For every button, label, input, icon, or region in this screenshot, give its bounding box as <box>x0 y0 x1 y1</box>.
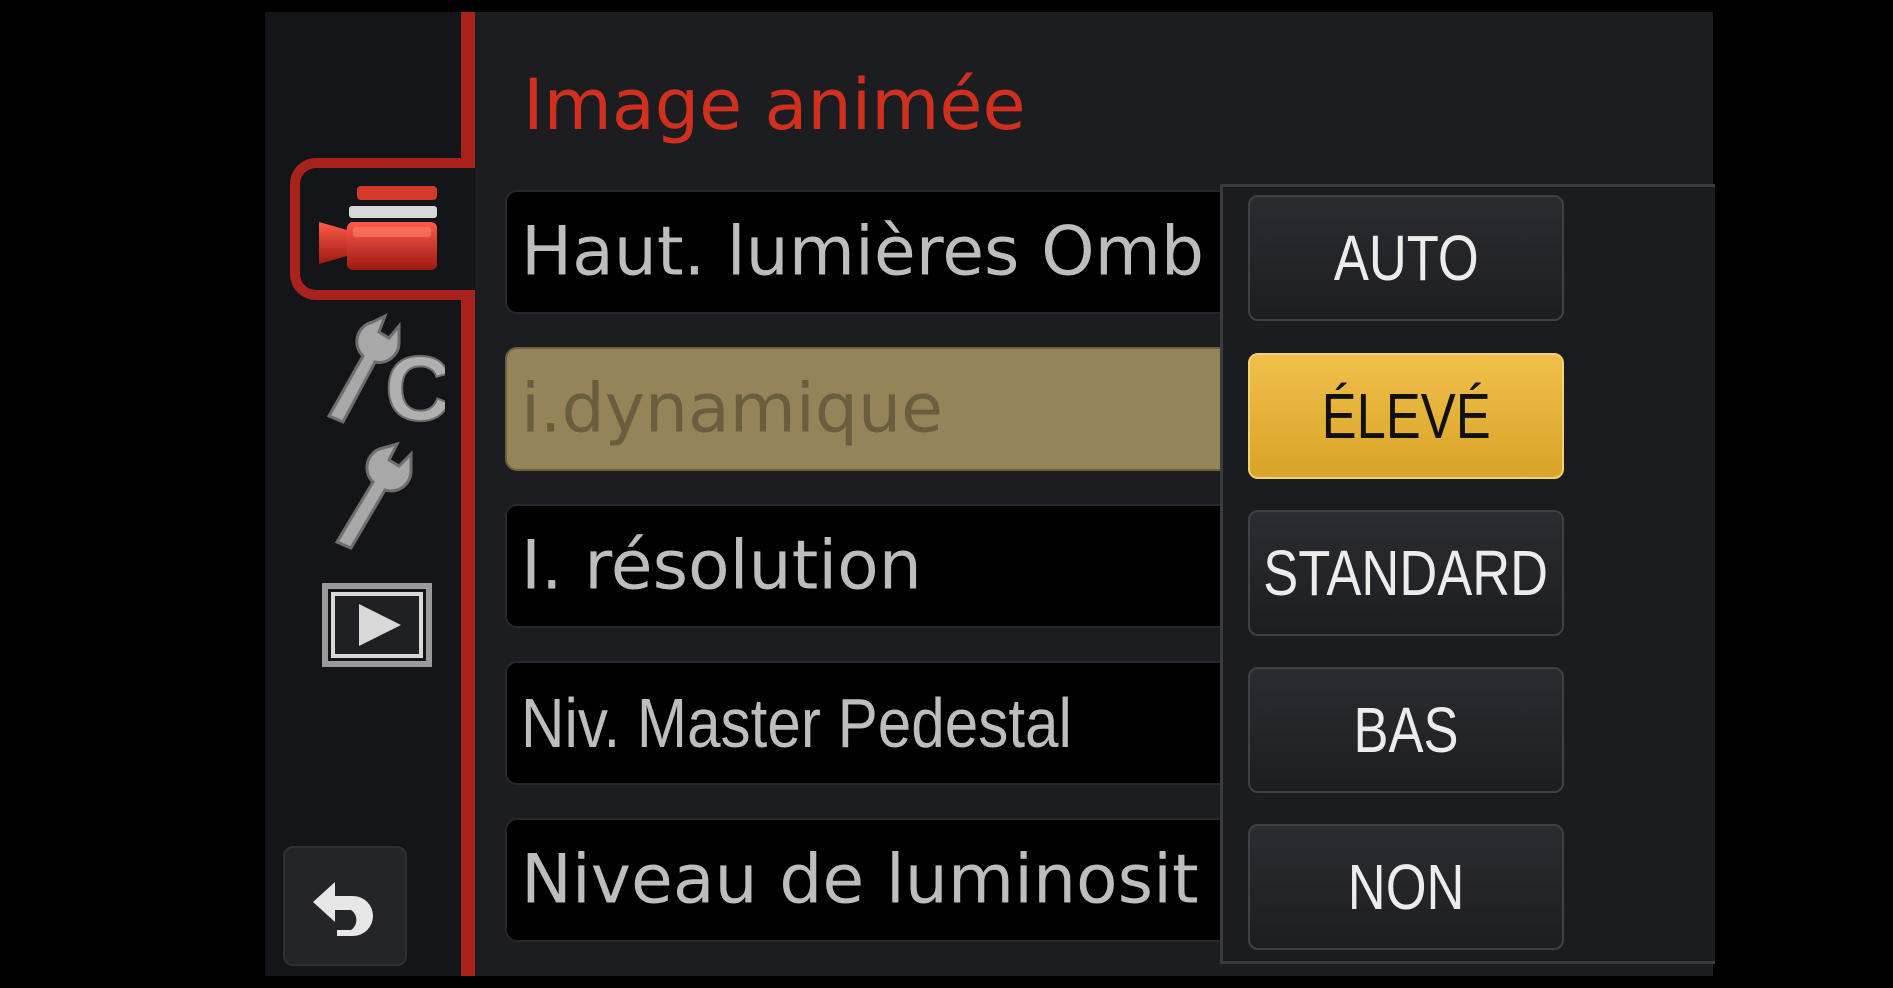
camera-menu-screen: C Image animée Haut. lumières Omb i.dyna… <box>265 12 1715 976</box>
option-non-button[interactable]: NON <box>1248 824 1564 950</box>
playback-icon[interactable] <box>321 582 433 668</box>
wrench-icon[interactable] <box>327 442 427 552</box>
option-label: BAS <box>1353 694 1459 766</box>
option-eleve-button[interactable]: ÉLEVÉ <box>1248 353 1564 479</box>
menu-item-label: Haut. lumières Omb <box>521 212 1205 292</box>
option-auto-button[interactable]: AUTO <box>1248 195 1564 321</box>
option-label: ÉLEVÉ <box>1321 380 1491 452</box>
option-popup: AUTO ÉLEVÉ STANDARD BAS NON <box>1220 184 1715 964</box>
menu-item-master-pedestal[interactable]: Niv. Master Pedestal <box>505 661 1265 785</box>
menu-item-i-resolution[interactable]: I. résolution <box>505 504 1265 628</box>
menu-item-label: i.dynamique <box>521 369 943 449</box>
menu-item-luminance-level[interactable]: Niveau de luminosit <box>505 818 1265 942</box>
option-standard-button[interactable]: STANDARD <box>1248 510 1564 636</box>
back-button[interactable] <box>283 846 407 966</box>
menu-item-label: Niveau de luminosit <box>521 840 1199 920</box>
menu-item-label: I. résolution <box>521 526 922 606</box>
menu-item-highlight-shadow[interactable]: Haut. lumières Omb <box>505 190 1265 314</box>
option-label: NON <box>1347 851 1465 923</box>
movie-camera-icon[interactable] <box>317 184 441 274</box>
return-arrow-icon <box>313 882 373 936</box>
tab-divider-line <box>461 12 475 976</box>
menu-item-i-dynamique[interactable]: i.dynamique <box>505 347 1265 471</box>
option-bas-button[interactable]: BAS <box>1248 667 1564 793</box>
page-title: Image animée <box>523 64 1026 146</box>
svg-text:C: C <box>385 338 445 427</box>
option-label: AUTO <box>1333 222 1479 294</box>
option-label: STANDARD <box>1263 537 1549 609</box>
custom-wrench-c-icon[interactable]: C <box>315 312 445 427</box>
menu-item-label: Niv. Master Pedestal <box>521 684 1072 762</box>
